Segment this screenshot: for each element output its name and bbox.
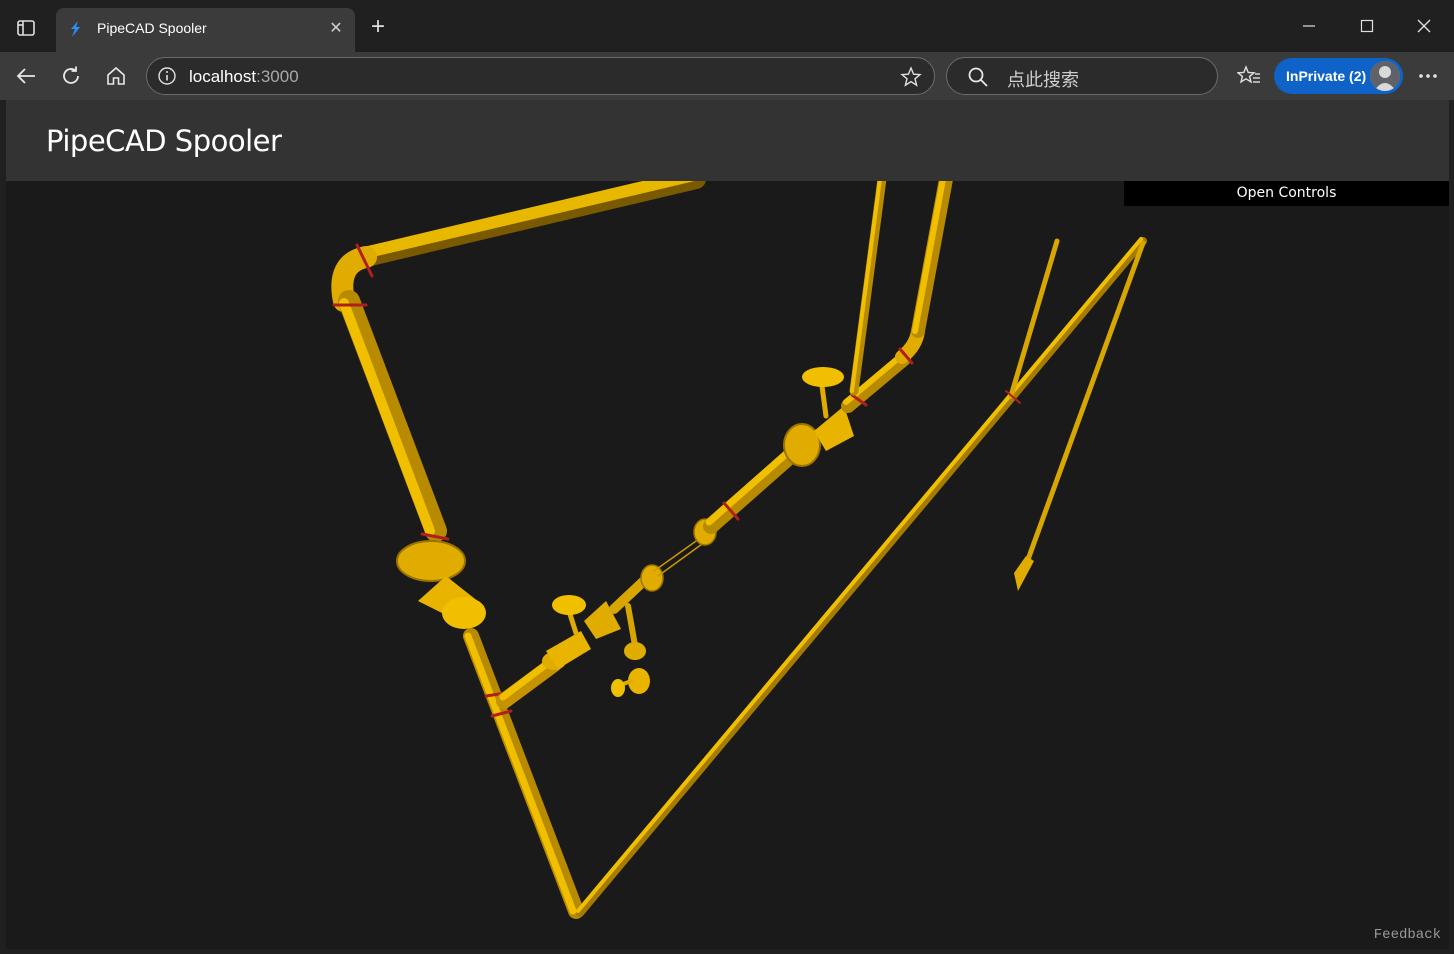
pipe-vertical-left bbox=[338, 290, 447, 542]
open-controls-button[interactable]: Open Controls bbox=[1124, 181, 1449, 206]
valve-handwheel-lower bbox=[552, 595, 586, 615]
pipe-end-cap-right bbox=[1014, 556, 1034, 591]
minimize-button[interactable] bbox=[1287, 12, 1331, 40]
page-title: PipeCAD Spooler bbox=[46, 124, 282, 158]
more-menu-button[interactable] bbox=[1412, 60, 1444, 92]
drop-flange bbox=[624, 642, 646, 660]
pipe-lower-vertical-highlight bbox=[464, 632, 577, 915]
pipe-model bbox=[331, 181, 1147, 919]
tab-strip: PipeCAD Spooler ✕ + bbox=[0, 0, 1454, 52]
site-info-icon[interactable] bbox=[157, 66, 177, 86]
drop-valve-handwheel bbox=[611, 679, 625, 697]
pipe-vertical-left-highlight bbox=[339, 298, 435, 536]
pipe-upper-mid-highlight bbox=[705, 443, 798, 526]
minimize-icon bbox=[1303, 25, 1315, 27]
new-tab-button[interactable]: + bbox=[366, 15, 390, 40]
flange-mid bbox=[640, 564, 664, 592]
address-host: localhost bbox=[189, 67, 257, 86]
refresh-button[interactable] bbox=[55, 60, 87, 92]
tab-actions-button[interactable] bbox=[8, 12, 44, 44]
favorites-list-icon bbox=[1237, 65, 1260, 84]
pipe-vertical-right-a bbox=[911, 181, 953, 338]
pipe-upper-mid bbox=[703, 443, 804, 534]
valve-flange-upper bbox=[783, 423, 821, 467]
home-icon bbox=[107, 66, 125, 85]
page-content: PipeCAD Spooler Open Controls Feedback bbox=[6, 100, 1449, 949]
favorites-button[interactable] bbox=[1233, 60, 1265, 92]
address-url: localhost:3000 bbox=[189, 67, 299, 87]
tab-pipecad[interactable]: PipeCAD Spooler ✕ bbox=[56, 8, 355, 52]
feedback-link[interactable]: Feedback bbox=[1374, 927, 1441, 943]
inprivate-button[interactable]: InPrivate (2) bbox=[1274, 58, 1403, 94]
pipe-top-horizontal-highlight bbox=[358, 181, 695, 259]
search-box[interactable]: 点此搜索 bbox=[946, 57, 1218, 95]
pipecad-favicon-icon bbox=[71, 21, 80, 37]
search-icon bbox=[968, 67, 988, 87]
search-placeholder: 点此搜索 bbox=[1007, 70, 1079, 91]
pipe-vertical-right-b-highlight bbox=[850, 181, 882, 393]
browser-toolbar: localhost:3000 点此搜索 InPrivate (2) bbox=[0, 52, 1454, 100]
maximize-button[interactable] bbox=[1345, 12, 1389, 40]
valve-stem-upper bbox=[819, 383, 829, 419]
back-arrow-icon bbox=[16, 68, 35, 84]
back-button[interactable] bbox=[10, 60, 42, 92]
avatar bbox=[1370, 61, 1400, 91]
app-header: PipeCAD Spooler bbox=[6, 100, 1449, 181]
valve-flange-left bbox=[396, 540, 466, 582]
close-window-button[interactable] bbox=[1402, 12, 1446, 40]
address-bar[interactable]: localhost:3000 bbox=[146, 57, 935, 95]
refresh-icon bbox=[63, 66, 79, 84]
home-button[interactable] bbox=[100, 60, 132, 92]
close-icon bbox=[1417, 19, 1431, 33]
address-port: :3000 bbox=[256, 67, 299, 86]
pipe-vertical-right-b bbox=[849, 181, 887, 396]
3d-viewport[interactable]: Open Controls Feedback bbox=[6, 181, 1449, 949]
pipe-model-canvas[interactable] bbox=[6, 181, 1449, 949]
maximize-icon bbox=[1360, 19, 1374, 33]
pipe-branch-lower bbox=[496, 656, 562, 709]
tab-title: PipeCAD Spooler bbox=[97, 20, 207, 36]
reducer-face-left bbox=[442, 597, 486, 629]
browser-window: PipeCAD Spooler ✕ + localhost:3000 点此搜索 … bbox=[0, 0, 1454, 954]
more-dots-icon bbox=[1419, 74, 1437, 78]
tab-actions-icon bbox=[17, 20, 35, 36]
favorite-star-icon[interactable] bbox=[900, 66, 922, 88]
tab-close-icon[interactable]: ✕ bbox=[327, 20, 345, 38]
profile-avatar-icon bbox=[1370, 61, 1400, 91]
inprivate-label: InPrivate (2) bbox=[1286, 68, 1367, 84]
valve-handwheel-upper bbox=[802, 367, 844, 387]
